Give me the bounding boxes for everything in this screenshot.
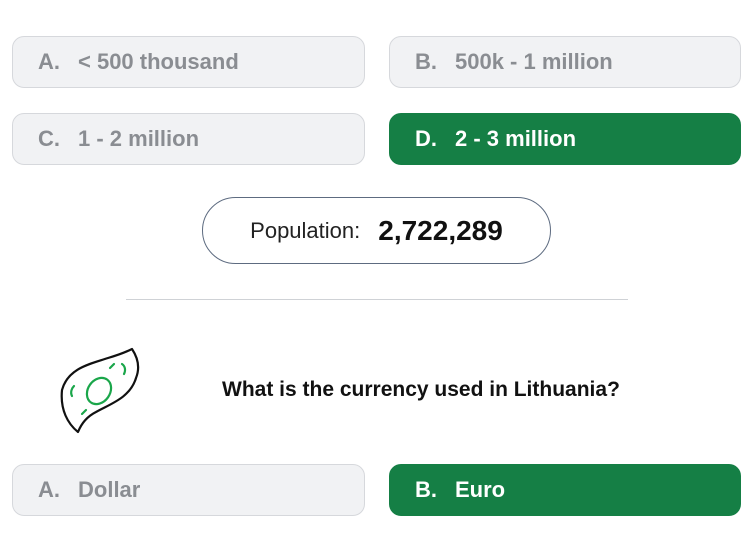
option-text: Dollar	[78, 477, 141, 502]
option-letter: A.	[38, 49, 60, 74]
section-divider	[126, 299, 628, 300]
population-value: 2,722,289	[378, 214, 503, 246]
option-text: < 500 thousand	[78, 49, 239, 74]
option-text: 2 - 3 million	[455, 126, 577, 151]
option-letter: C.	[38, 126, 60, 151]
population-result-pill: Population: 2,722,289	[202, 197, 551, 264]
population-label: Population:	[250, 217, 361, 243]
option-letter: D.	[415, 126, 437, 151]
option-text: Euro	[455, 477, 506, 502]
currency-option-a[interactable]: A. Dollar	[12, 464, 365, 516]
currency-option-b[interactable]: B. Euro	[389, 464, 741, 516]
option-letter: B.	[415, 477, 437, 502]
population-option-a[interactable]: A. < 500 thousand	[12, 36, 365, 88]
population-option-d[interactable]: D. 2 - 3 million	[389, 113, 741, 165]
option-letter: B.	[415, 49, 437, 74]
option-text: 500k - 1 million	[455, 49, 613, 74]
money-bill-icon	[52, 346, 144, 436]
quiz-page: A. < 500 thousand B. 500k - 1 million C.…	[0, 0, 750, 536]
population-option-b[interactable]: B. 500k - 1 million	[389, 36, 741, 88]
option-text: 1 - 2 million	[78, 126, 200, 151]
option-letter: A.	[38, 477, 60, 502]
population-option-c[interactable]: C. 1 - 2 million	[12, 113, 365, 165]
currency-question-text: What is the currency used in Lithuania?	[222, 378, 620, 401]
